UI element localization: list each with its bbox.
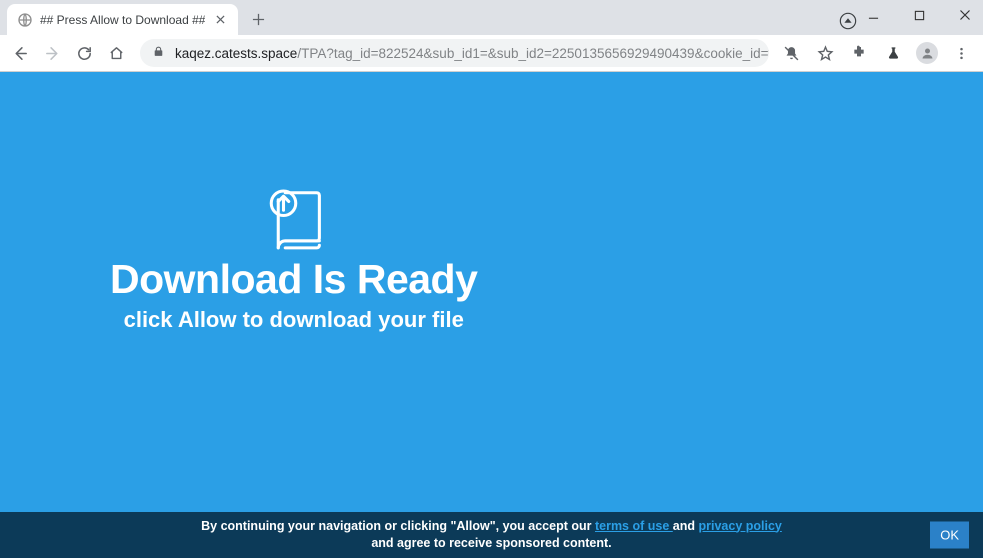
cookie-consent-text: By continuing your navigation or clickin… [192, 518, 792, 553]
page-content: Download Is Ready click Allow to downloa… [0, 72, 983, 558]
menu-button[interactable] [949, 41, 973, 65]
download-headline: Download Is Ready [110, 256, 477, 303]
reload-button[interactable] [70, 39, 98, 67]
book-upload-icon [259, 184, 329, 254]
back-button[interactable] [6, 39, 34, 67]
browser-toolbar: kaqez.catests.space/TPA?tag_id=822524&su… [0, 35, 983, 72]
close-tab-icon[interactable] [212, 12, 228, 28]
account-badge-icon[interactable] [839, 12, 857, 30]
profile-button[interactable] [915, 41, 939, 65]
bookmark-star-icon[interactable] [813, 41, 837, 65]
cookie-consent-bar: By continuing your navigation or clickin… [0, 512, 983, 558]
extensions-icon[interactable] [847, 41, 871, 65]
window-controls [861, 0, 977, 30]
notifications-muted-icon[interactable] [779, 41, 803, 65]
maximize-button[interactable] [907, 3, 931, 27]
lab-icon[interactable] [881, 41, 905, 65]
forward-button[interactable] [38, 39, 66, 67]
privacy-policy-link[interactable]: privacy policy [698, 519, 781, 533]
download-subline: click Allow to download your file [124, 307, 464, 333]
cookie-ok-button[interactable]: OK [930, 522, 969, 549]
lock-icon [152, 45, 165, 61]
address-bar[interactable]: kaqez.catests.space/TPA?tag_id=822524&su… [140, 39, 769, 67]
globe-icon [17, 12, 33, 28]
url-text: kaqez.catests.space/TPA?tag_id=822524&su… [175, 46, 769, 61]
browser-tab[interactable]: ## Press Allow to Download ## [7, 4, 238, 35]
toolbar-actions [779, 41, 977, 65]
titlebar: ## Press Allow to Download ## [0, 0, 983, 35]
download-ready-block: Download Is Ready click Allow to downloa… [110, 184, 477, 333]
close-window-button[interactable] [953, 3, 977, 27]
tab-title: ## Press Allow to Download ## [40, 13, 205, 27]
terms-of-use-link[interactable]: terms of use [595, 519, 673, 533]
new-tab-button[interactable] [244, 5, 272, 33]
minimize-button[interactable] [861, 3, 885, 27]
person-icon [916, 42, 938, 64]
home-button[interactable] [102, 39, 130, 67]
